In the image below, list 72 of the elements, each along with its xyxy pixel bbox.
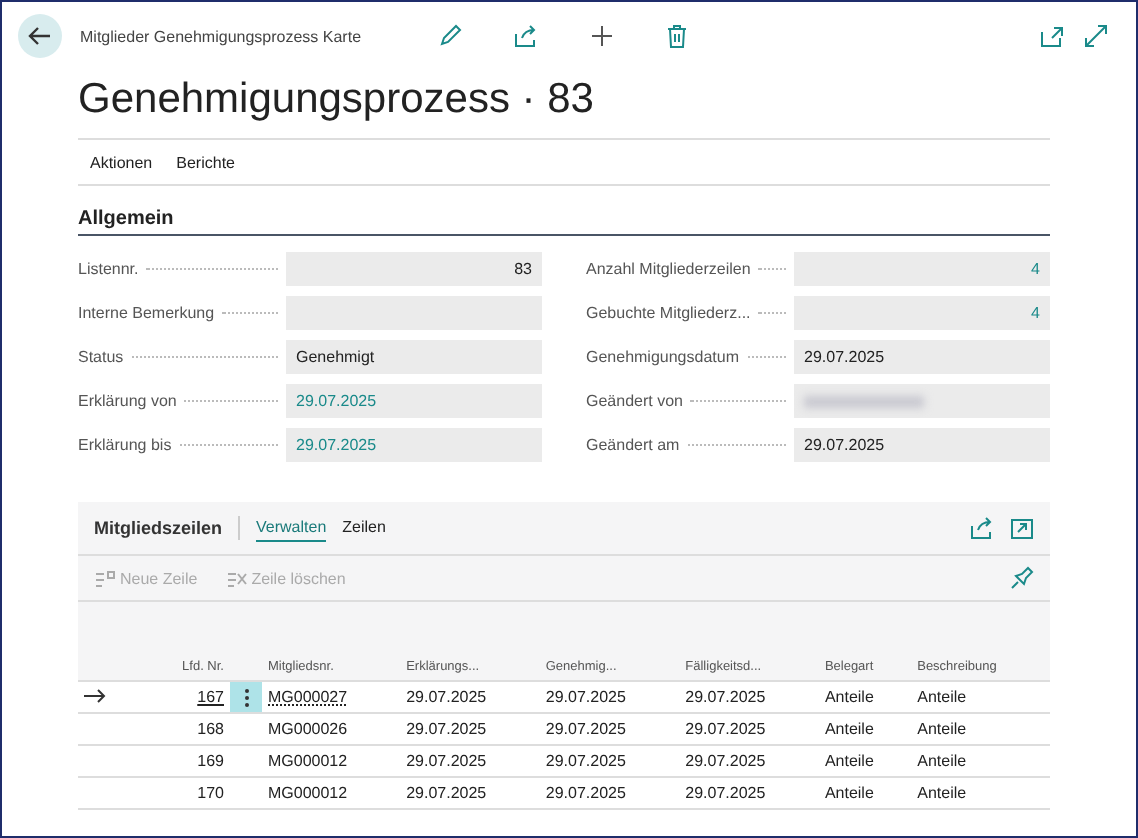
table-cell: MG000012 — [268, 784, 348, 802]
input-field[interactable]: 29.07.2025 — [286, 428, 542, 462]
table-cell[interactable]: 167 — [197, 688, 224, 706]
input-field[interactable]: 83 — [286, 252, 542, 286]
table-cell: Anteile — [917, 784, 967, 802]
field-label: Gebuchte Mitgliederz... — [586, 304, 751, 322]
table-cell: Anteile — [824, 752, 874, 770]
table-cell: Anteile — [824, 784, 874, 802]
open-in-window-icon[interactable] — [1010, 517, 1034, 539]
blurred-value — [804, 395, 924, 408]
field-label: Geändert am — [586, 436, 680, 454]
page-title: Genehmigungsprozess · 83 — [78, 74, 596, 126]
current-row-arrow-icon — [84, 687, 106, 703]
table-cell: 168 — [197, 720, 224, 738]
table-cell: MG000026 — [268, 720, 348, 738]
table-cell: Anteile — [824, 720, 874, 738]
input-field[interactable] — [794, 384, 1050, 418]
share-icon[interactable] — [970, 516, 994, 540]
tab[interactable]: Verwalten — [256, 514, 327, 542]
page-caption: Mitglieder Genehmigungsprozess Karte — [80, 27, 362, 45]
pin-icon[interactable] — [1010, 566, 1034, 590]
expand-icon[interactable] — [1084, 24, 1108, 48]
table-cell: Anteile — [917, 720, 967, 738]
table-cell: 29.07.2025 — [685, 752, 766, 770]
table-cell: Anteile — [824, 688, 874, 706]
panel-title: Mitgliedszeilen — [94, 518, 223, 538]
table-cell: 29.07.2025 — [685, 720, 766, 738]
action-menu[interactable]: Berichte — [164, 153, 247, 171]
open-in-window-icon[interactable] — [1040, 25, 1064, 47]
add-line-icon — [94, 569, 116, 587]
tab[interactable]: Zeilen — [342, 514, 386, 542]
field-label: Interne Bemerkung — [78, 304, 215, 322]
table-cell: 170 — [197, 784, 224, 802]
field-label: Erklärung bis — [78, 436, 172, 454]
table-cell: 29.07.2025 — [406, 752, 487, 770]
table-cell: 169 — [197, 752, 224, 770]
table-cell: 29.07.2025 — [545, 784, 626, 802]
table-cell: 29.07.2025 — [685, 688, 766, 706]
more-icon — [243, 687, 249, 707]
field-label: Anzahl Mitgliederzeilen — [586, 260, 751, 278]
table-cell: 29.07.2025 — [406, 784, 487, 802]
table-cell: 29.07.2025 — [685, 784, 766, 802]
back-button[interactable] — [18, 14, 62, 58]
table-cell: 29.07.2025 — [545, 720, 626, 738]
action-menu[interactable]: Aktionen — [78, 153, 165, 171]
add-icon[interactable] — [589, 24, 614, 48]
table-cell: 29.07.2025 — [406, 688, 487, 706]
table-cell: MG000027 — [268, 688, 348, 706]
input-field[interactable]: 4 — [794, 252, 1050, 286]
field-label: Geändert von — [586, 392, 683, 410]
input-field[interactable]: 29.07.2025 — [794, 428, 1050, 462]
field-label: Erklärung von — [78, 392, 177, 410]
table-cell: 29.07.2025 — [545, 688, 626, 706]
delete-icon[interactable] — [665, 24, 688, 48]
table-cell: MG000012 — [268, 752, 348, 770]
input-field[interactable]: 29.07.2025 — [286, 384, 542, 418]
input-field[interactable]: 29.07.2025 — [794, 340, 1050, 374]
field-label: Listennr. — [78, 260, 139, 278]
section-title: Allgemein — [78, 208, 1050, 236]
row-menu-button[interactable] — [230, 682, 262, 712]
delete-line-icon — [225, 569, 248, 587]
back-arrow-icon — [28, 26, 52, 46]
edit-icon[interactable] — [437, 24, 462, 48]
table-cell: Anteile — [917, 752, 967, 770]
table-cell: 29.07.2025 — [406, 720, 487, 738]
input-field[interactable]: 4 — [794, 296, 1050, 330]
field-label: Status — [78, 348, 124, 366]
field-label: Genehmigungsdatum — [586, 348, 739, 366]
share-icon[interactable] — [513, 24, 538, 48]
input-field[interactable]: Genehmigt — [286, 340, 542, 374]
table-cell: 29.07.2025 — [545, 752, 626, 770]
table-cell: Anteile — [917, 688, 967, 706]
